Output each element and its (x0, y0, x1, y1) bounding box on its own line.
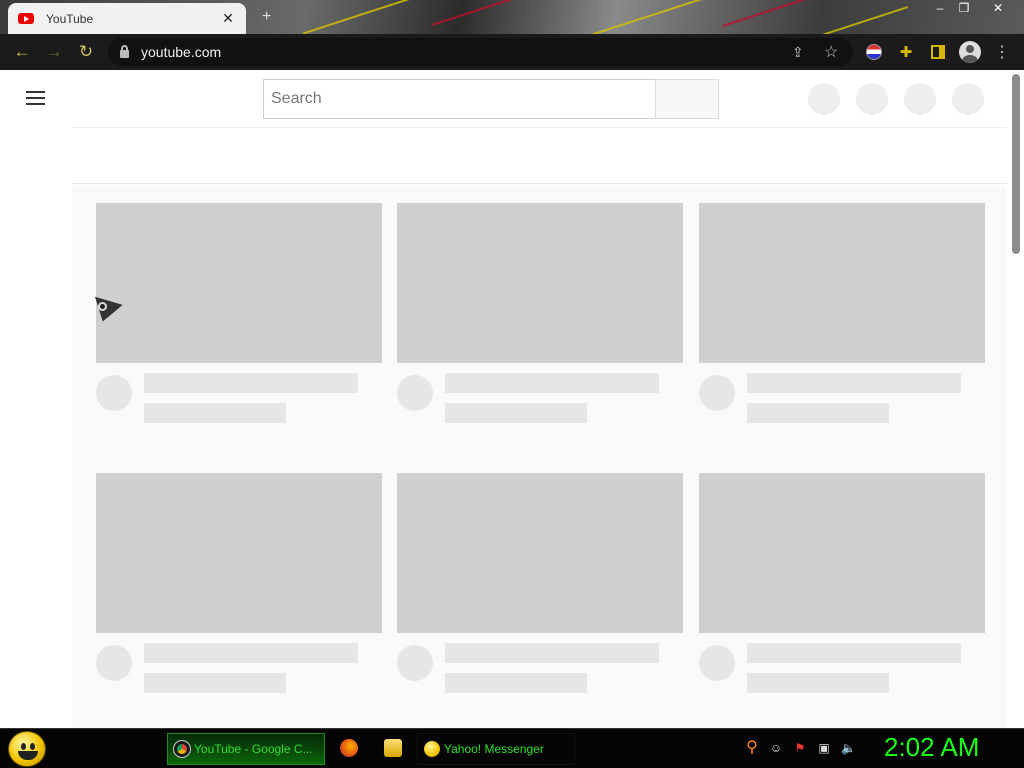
taskbar-item-label: Yahoo! Messenger (444, 742, 544, 756)
taskbar-clock[interactable]: 2:02 AM (884, 732, 979, 763)
account-icon[interactable] (952, 83, 984, 115)
tab-youtube[interactable]: YouTube ✕ (8, 3, 246, 34)
channel-avatar-placeholder (699, 645, 735, 681)
thumbnail-placeholder (96, 473, 382, 633)
search-icon[interactable]: ⚲ (745, 740, 759, 756)
new-tab-button[interactable]: + (262, 8, 271, 26)
meta-placeholder (747, 673, 889, 693)
tab-close-icon[interactable]: ✕ (220, 10, 236, 27)
taskbar-item-yahoo-messenger[interactable]: Yahoo! Messenger (417, 733, 575, 765)
meta-placeholder (747, 403, 889, 423)
title-placeholder (445, 373, 659, 393)
search-button[interactable] (655, 79, 719, 119)
create-icon[interactable] (808, 83, 840, 115)
video-card-placeholder[interactable] (96, 203, 382, 423)
reload-button[interactable]: ↻ (70, 36, 102, 68)
taskbar: YouTube - Google C... Yahoo! Messenger ⚲… (0, 728, 1024, 768)
browser-toolbar: ← → ↻ youtube.com ⇪ ☆ ✚ ⋮ (0, 34, 1024, 70)
address-bar[interactable]: youtube.com ⇪ ☆ (108, 38, 853, 66)
kebab-menu-icon: ⋮ (994, 44, 1010, 61)
share-icon[interactable]: ⇪ (792, 44, 804, 61)
smiley-eye (30, 743, 35, 750)
hamburger-bar (26, 97, 45, 99)
video-card-placeholder[interactable] (699, 473, 985, 693)
channel-avatar-placeholder (397, 645, 433, 681)
video-card-placeholder[interactable] (96, 473, 382, 693)
video-grid (72, 185, 1007, 728)
apps-icon[interactable] (856, 83, 888, 115)
taskbar-item-label: YouTube - Google C... (194, 742, 313, 756)
title-placeholder (445, 643, 659, 663)
smiley-eye (21, 743, 26, 750)
thumbnail-placeholder (699, 473, 985, 633)
scrollbar-thumb[interactable] (1012, 74, 1020, 254)
hamburger-bar (26, 103, 45, 105)
flag-extension-icon (866, 44, 882, 60)
messenger-tray-icon[interactable]: ☺ (769, 741, 783, 755)
browser-titlebar: YouTube ✕ + – ❐ ✕ (0, 0, 1024, 34)
thumbnail-placeholder (397, 203, 683, 363)
hamburger-menu-icon[interactable] (26, 91, 46, 105)
back-button[interactable]: ← (6, 36, 38, 68)
tab-title: YouTube (46, 11, 94, 26)
meta-placeholder (445, 403, 587, 423)
wallpaper-streak (563, 0, 717, 34)
channel-avatar-placeholder (96, 375, 132, 411)
channel-avatar-placeholder (699, 375, 735, 411)
wallpaper-streak (431, 0, 519, 26)
network-icon[interactable]: ▣ (817, 741, 831, 755)
title-placeholder (144, 373, 358, 393)
close-window-button[interactable]: ✕ (986, 0, 1010, 18)
forward-button[interactable]: → (38, 36, 70, 68)
lock-icon[interactable] (120, 44, 129, 58)
browser-menu-button[interactable]: ⋮ (986, 36, 1018, 68)
explorer-folder-icon[interactable] (384, 739, 402, 757)
thumbnail-placeholder (397, 473, 683, 633)
thumbnail-placeholder (96, 203, 382, 363)
extensions-button[interactable]: ✚ (890, 36, 922, 68)
meta-placeholder (144, 673, 286, 693)
bookmark-star-icon[interactable]: ☆ (824, 42, 838, 62)
avatar-icon (959, 41, 981, 63)
profile-button[interactable] (954, 36, 986, 68)
title-placeholder (144, 643, 358, 663)
restore-button[interactable]: ❐ (952, 0, 976, 18)
page-scrollbar[interactable] (1007, 70, 1024, 728)
extension-flag-button[interactable] (858, 36, 890, 68)
title-placeholder (747, 643, 961, 663)
thumbnail-placeholder (699, 203, 985, 363)
firefox-icon[interactable] (340, 739, 358, 757)
start-button[interactable] (8, 731, 46, 767)
youtube-favicon-icon (18, 13, 34, 24)
title-placeholder (747, 373, 961, 393)
chrome-icon (173, 740, 191, 758)
hamburger-bar (26, 91, 45, 93)
meta-placeholder (445, 673, 587, 693)
notifications-icon[interactable] (904, 83, 936, 115)
wallpaper-streak (302, 0, 418, 34)
busy-indicator-icon (98, 302, 107, 311)
wallpaper-streak (722, 0, 828, 27)
channel-avatar-placeholder (397, 375, 433, 411)
video-card-placeholder[interactable] (397, 473, 683, 693)
search-input[interactable] (263, 79, 656, 119)
volume-icon[interactable]: 🔈 (841, 741, 856, 755)
address-url[interactable]: youtube.com (141, 44, 221, 60)
smiley-mouth (18, 751, 38, 760)
wallpaper-streak (821, 6, 909, 34)
side-panel-button[interactable] (922, 36, 954, 68)
meta-placeholder (144, 403, 286, 423)
video-card-placeholder[interactable] (397, 203, 683, 423)
minimize-button[interactable]: – (928, 0, 952, 18)
yahoo-messenger-icon (424, 741, 440, 757)
taskbar-item-chrome[interactable]: YouTube - Google C... (167, 733, 325, 765)
flag-icon[interactable]: ⚑ (793, 741, 807, 755)
chip-bar-placeholder (72, 128, 1007, 184)
youtube-page (0, 70, 1024, 728)
channel-avatar-placeholder (96, 645, 132, 681)
side-panel-icon (931, 45, 945, 59)
video-card-placeholder[interactable] (699, 203, 985, 423)
puzzle-icon: ✚ (899, 44, 913, 61)
